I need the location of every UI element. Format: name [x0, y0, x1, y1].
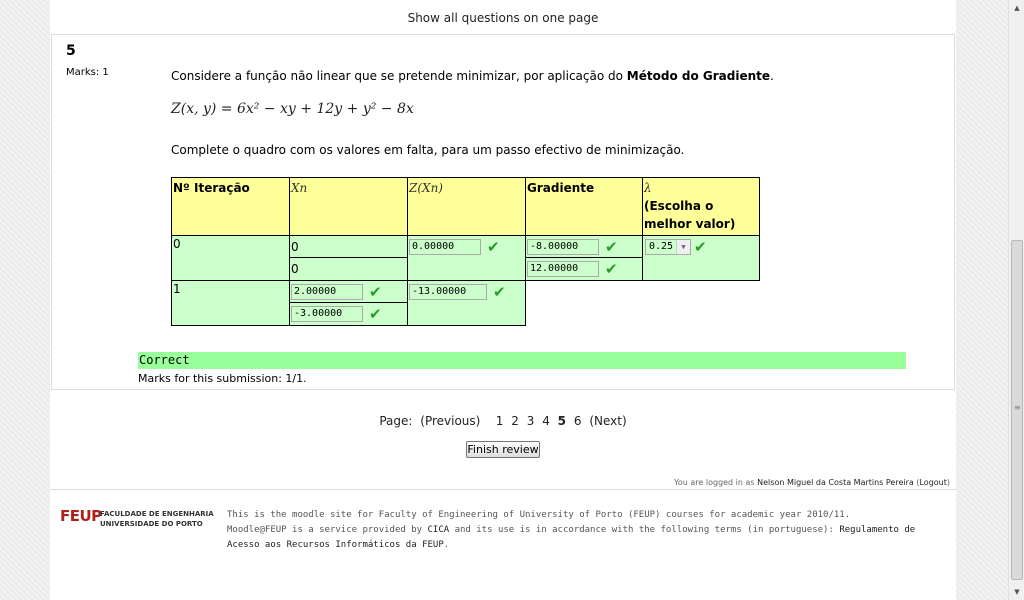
header-iteration: Nº Iteração	[171, 177, 290, 236]
answer-table: Nº Iteração Xn Z(Xn) Gradiente λ (Escolha…	[171, 177, 760, 326]
user-link[interactable]: Nelson Miguel da Costa Martins Pereira	[757, 478, 914, 487]
grad-0-g1-input[interactable]: -8.00000	[527, 238, 599, 255]
vertical-scrollbar[interactable]: ▲ ≡ ▼	[1008, 0, 1024, 600]
feedback-correct: Correct	[138, 352, 906, 369]
xn-0-x1: 0	[290, 236, 407, 258]
header-gradient: Gradiente	[525, 177, 643, 236]
question-formula: Z(x, y) = 6x² − xy + 12y + y² − 8x	[171, 101, 414, 117]
cell-xn-0: 0 0	[289, 235, 408, 281]
scroll-thumb[interactable]: ≡	[1011, 240, 1023, 580]
pager-page-6[interactable]: 6	[574, 414, 582, 428]
cell-lambda-0: 0.25 ▼ ✔	[642, 235, 760, 281]
xn-1-x1-input[interactable]: 2.00000	[291, 283, 363, 300]
xn-0-x2: 0	[291, 262, 299, 276]
footer-line-2: Moodle@FEUP is a service provided by CIC…	[227, 525, 916, 550]
logout-link[interactable]: Logout	[919, 478, 946, 487]
show-all-questions-link[interactable]: Show all questions on one page	[50, 11, 956, 25]
submission-marks: Marks for this submission: 1/1.	[138, 372, 307, 385]
pagination: Page: (Previous) 1 2 3 4 5 6 (Next)	[50, 414, 956, 428]
cell-grad-0: -8.00000 ✔ 12.00000 ✔	[525, 235, 643, 281]
pager-page-5: 5	[557, 414, 567, 428]
feup-logo[interactable]: FEUP FACULDADE DE ENGENHARIA UNIVERSIDADE…	[60, 507, 214, 528]
check-icon: ✔	[605, 260, 618, 278]
cell-z-1: -13.00000 ✔	[407, 280, 526, 326]
cell-iter-0: 0	[171, 235, 290, 281]
z-0-input[interactable]: 0.00000	[409, 239, 481, 255]
grip-icon: ≡	[1014, 403, 1021, 412]
check-icon: ✔	[605, 237, 618, 256]
pager-previous[interactable]: (Previous)	[420, 414, 480, 428]
table-row: 0 0 0 0.00000 ✔ -8.00000 ✔ 12.00000 ✔ 0.…	[171, 235, 760, 281]
scroll-down-arrow-icon[interactable]: ▼	[1009, 584, 1024, 600]
check-icon: ✔	[694, 238, 707, 256]
question-number: 5	[66, 43, 76, 59]
page-content: Show all questions on one page 5 Marks: …	[50, 0, 956, 600]
footer-divider	[50, 489, 956, 490]
pager-page-1[interactable]: 1	[496, 414, 504, 428]
question-text: Considere a função não linear que se pre…	[171, 69, 774, 83]
cell-xn-1: 2.00000 ✔ -3.00000 ✔	[289, 280, 408, 326]
check-icon: ✔	[493, 283, 506, 301]
footer-text: This is the moodle site for Faculty of E…	[227, 508, 947, 553]
lambda-select[interactable]: 0.25 ▼	[645, 239, 691, 255]
cell-z-0: 0.00000 ✔	[407, 235, 526, 281]
check-icon: ✔	[487, 238, 500, 256]
cica-link[interactable]: CICA	[427, 525, 449, 535]
question-marks: Marks: 1	[66, 67, 109, 78]
grad-0-g2-input[interactable]: 12.00000	[527, 261, 599, 277]
footer-line-1: This is the moodle site for Faculty of E…	[227, 510, 851, 520]
question-box: 5 Marks: 1 Considere a função não linear…	[51, 34, 955, 390]
header-zxn: Z(Xn)	[407, 177, 526, 236]
finish-review-button[interactable]: Finish review	[466, 441, 540, 458]
header-lambda: λ (Escolha o melhor valor)	[642, 177, 760, 236]
check-icon: ✔	[369, 282, 382, 301]
xn-1-x2-input[interactable]: -3.00000	[291, 306, 363, 322]
pager-page-3[interactable]: 3	[527, 414, 535, 428]
pager-page-4[interactable]: 4	[542, 414, 550, 428]
chevron-down-icon: ▼	[676, 240, 690, 254]
left-background	[0, 0, 50, 600]
z-1-input[interactable]: -13.00000	[409, 284, 487, 300]
cell-iter-1: 1	[171, 280, 290, 326]
right-background	[956, 0, 1008, 600]
check-icon: ✔	[369, 305, 382, 323]
scroll-up-arrow-icon[interactable]: ▲	[1009, 0, 1024, 16]
header-xn: Xn	[289, 177, 408, 236]
table-header-row: Nº Iteração Xn Z(Xn) Gradiente λ (Escolha…	[171, 177, 760, 236]
question-instruction: Complete o quadro com os valores em falt…	[171, 143, 685, 157]
login-info: You are logged in as Nelson Miguel da Co…	[674, 478, 950, 487]
table-row: 1 2.00000 ✔ -3.00000 ✔ -13.00000 ✔	[171, 280, 760, 326]
pager-label: Page:	[379, 414, 413, 428]
pager-next[interactable]: (Next)	[589, 414, 626, 428]
pager-page-2[interactable]: 2	[511, 414, 519, 428]
